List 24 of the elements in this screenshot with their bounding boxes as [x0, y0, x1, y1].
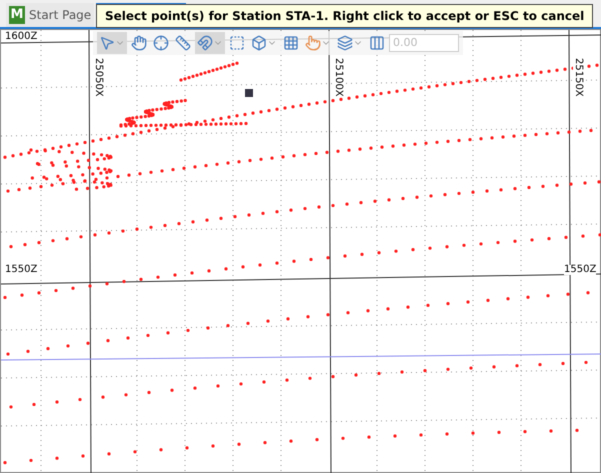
toolbar-button[interactable]	[97, 32, 127, 54]
crosshair-icon	[153, 35, 169, 51]
cube-icon	[251, 35, 267, 51]
tooltip: Select point(s) for Station STA-1. Right click to accept or ESC to cancel	[96, 4, 594, 28]
toolbar-button[interactable]	[195, 32, 225, 54]
axis-label: 25150X	[573, 58, 583, 97]
axis-label: 1600Z	[5, 32, 38, 42]
axis-label: 25100X	[333, 58, 343, 97]
pointer-icon	[99, 35, 115, 51]
station-marker-icon	[245, 89, 253, 97]
layers-icon	[337, 35, 353, 51]
hand-pointer-icon	[305, 35, 321, 51]
axis-label: 25050X	[93, 58, 103, 97]
app-logo: M	[9, 6, 25, 24]
grid-icon	[283, 35, 299, 51]
tab-label: Start Page	[29, 7, 92, 24]
panels-icon	[369, 35, 385, 51]
magnet-icon	[197, 35, 213, 51]
document-tab[interactable]: M Start Page	[6, 3, 94, 27]
axis-label: 1550Z	[5, 265, 38, 275]
axis-label: 1550Z	[564, 265, 596, 275]
hand-icon	[131, 35, 147, 51]
ruler-icon	[175, 35, 191, 51]
box-select-icon	[229, 35, 245, 51]
